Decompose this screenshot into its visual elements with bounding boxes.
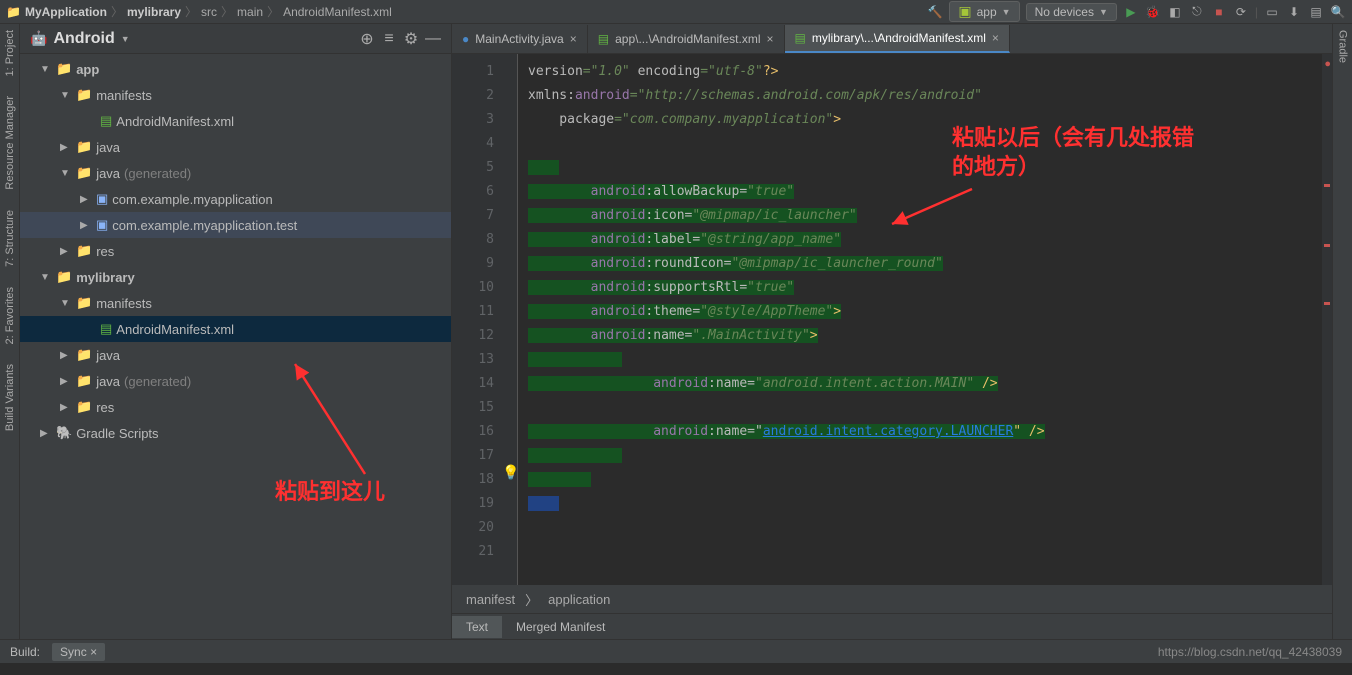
tree-pkg1[interactable]: ▶▣com.example.myapplication bbox=[20, 186, 451, 212]
btab-text[interactable]: Text bbox=[452, 616, 502, 638]
error-indicator-icon: ● bbox=[1324, 58, 1331, 70]
chevron-down-icon[interactable]: ▼ bbox=[121, 34, 130, 44]
collapse-icon[interactable]: ≡ bbox=[381, 31, 397, 47]
project-tree[interactable]: ▼📁app ▼📁manifests ▤AndroidManifest.xml ▶… bbox=[20, 54, 451, 639]
rail-gradle[interactable]: Gradle bbox=[1337, 30, 1349, 63]
close-icon[interactable]: × bbox=[992, 31, 999, 45]
watermark: https://blog.csdn.net/qq_42438039 bbox=[1158, 645, 1342, 659]
rail-resource-manager[interactable]: Resource Manager bbox=[4, 96, 16, 190]
device-selector[interactable]: No devices▼ bbox=[1026, 3, 1117, 21]
tab-app-manifest[interactable]: ▤app\...\AndroidManifest.xml× bbox=[588, 25, 785, 53]
annotation-paste-here: 粘贴到这儿 bbox=[275, 474, 385, 506]
close-icon[interactable]: × bbox=[90, 645, 97, 659]
avd-icon[interactable]: ▭ bbox=[1264, 4, 1280, 20]
right-tool-rail: Gradle bbox=[1332, 24, 1352, 639]
sync-tab[interactable]: Sync × bbox=[52, 643, 105, 661]
sdk-icon[interactable]: ⬇ bbox=[1286, 4, 1302, 20]
tree-app-manifest-file[interactable]: ▤AndroidManifest.xml bbox=[20, 108, 451, 134]
rail-structure[interactable]: 7: Structure bbox=[4, 210, 16, 267]
tab-mylib-manifest[interactable]: ▤mylibrary\...\AndroidManifest.xml× bbox=[785, 25, 1010, 53]
rail-project[interactable]: 1: Project bbox=[4, 30, 16, 76]
tree-gradle[interactable]: ▶🐘Gradle Scripts bbox=[20, 420, 451, 446]
project-icon: 📁 bbox=[6, 5, 21, 19]
fold-strip[interactable]: 💡 bbox=[502, 54, 518, 585]
code-area[interactable]: version="1.0" encoding="utf-8"?> xmlns:a… bbox=[518, 54, 1332, 585]
tree-mylib-java[interactable]: ▶📁java bbox=[20, 342, 451, 368]
run-icon[interactable]: ▶ bbox=[1123, 4, 1139, 20]
editor-bottom-tabs: Text Merged Manifest bbox=[452, 613, 1332, 639]
bc-file: AndroidManifest.xml bbox=[283, 5, 392, 19]
structure-icon[interactable]: ▤ bbox=[1308, 4, 1324, 20]
editor-area: ●MainActivity.java× ▤app\...\AndroidMani… bbox=[452, 24, 1332, 639]
search-icon[interactable]: 🔍 bbox=[1330, 4, 1346, 20]
device-label: No devices bbox=[1035, 5, 1094, 19]
android-icon: 🤖 bbox=[30, 30, 47, 47]
sync-icon[interactable]: ⟳ bbox=[1233, 4, 1249, 20]
editor-tabs: ●MainActivity.java× ▤app\...\AndroidMani… bbox=[452, 24, 1332, 54]
tree-app-java[interactable]: ▶📁java bbox=[20, 134, 451, 160]
run-config-selector[interactable]: ▣app▼ bbox=[949, 1, 1019, 22]
editor-body[interactable]: 123456789101112131415161718192021 💡 vers… bbox=[452, 54, 1332, 585]
bulb-icon[interactable]: 💡 bbox=[502, 464, 519, 481]
hammer-icon[interactable]: 🔨 bbox=[927, 4, 943, 20]
android-icon: ▣ bbox=[958, 3, 971, 20]
bc-main: main bbox=[237, 5, 263, 19]
bc-src: src bbox=[201, 5, 217, 19]
top-toolbar: 📁MyApplication 〉 mylibrary 〉 src 〉 main … bbox=[0, 0, 1352, 24]
bc-root: MyApplication bbox=[25, 5, 107, 19]
panel-header: 🤖 Android ▼ ⊕ ≡ ⚙ — bbox=[20, 24, 451, 54]
status-build-label: Build: bbox=[10, 645, 40, 659]
close-icon[interactable]: × bbox=[767, 32, 774, 46]
bc-lib: mylibrary bbox=[127, 5, 181, 19]
tab-mainactivity[interactable]: ●MainActivity.java× bbox=[452, 25, 588, 53]
tree-mylib-java-gen[interactable]: ▶📁java (generated) bbox=[20, 368, 451, 394]
breadcrumb[interactable]: 📁MyApplication 〉 mylibrary 〉 src 〉 main … bbox=[6, 3, 392, 20]
tree-mylib-manifest-file[interactable]: ▤AndroidManifest.xml bbox=[20, 316, 451, 342]
project-panel: 🤖 Android ▼ ⊕ ≡ ⚙ — ▼📁app ▼📁manifests ▤A… bbox=[20, 24, 452, 639]
btab-merged[interactable]: Merged Manifest bbox=[502, 616, 619, 638]
code-breadcrumb[interactable]: manifest 〉 application bbox=[452, 585, 1332, 613]
debug-icon[interactable]: 🐞 bbox=[1145, 4, 1161, 20]
left-tool-rail: 1: Project Resource Manager 7: Structure… bbox=[0, 24, 20, 639]
tree-app-java-gen[interactable]: ▼📁java (generated) bbox=[20, 160, 451, 186]
error-stripe[interactable]: ● bbox=[1322, 54, 1332, 585]
rail-favorites[interactable]: 2: Favorites bbox=[4, 287, 16, 344]
profiler-icon[interactable]: ◧ bbox=[1167, 4, 1183, 20]
attach-icon[interactable]: ⎋ bbox=[1189, 4, 1205, 20]
tree-mylib-res[interactable]: ▶📁res bbox=[20, 394, 451, 420]
stop-icon[interactable]: ■ bbox=[1211, 4, 1227, 20]
tree-app-manifests[interactable]: ▼📁manifests bbox=[20, 82, 451, 108]
locate-icon[interactable]: ⊕ bbox=[359, 31, 375, 47]
tree-mylib[interactable]: ▼📁mylibrary bbox=[20, 264, 451, 290]
tree-app-res[interactable]: ▶📁res bbox=[20, 238, 451, 264]
line-gutter: 123456789101112131415161718192021 bbox=[452, 54, 502, 585]
tree-pkg2[interactable]: ▶▣com.example.myapplication.test bbox=[20, 212, 451, 238]
status-bar: Build: Sync × https://blog.csdn.net/qq_4… bbox=[0, 639, 1352, 663]
hide-icon[interactable]: — bbox=[425, 31, 441, 47]
panel-title: Android bbox=[53, 30, 114, 48]
config-label: app bbox=[977, 5, 997, 19]
rail-build-variants[interactable]: Build Variants bbox=[4, 364, 16, 431]
tree-app[interactable]: ▼📁app bbox=[20, 56, 451, 82]
tree-mylib-manifests[interactable]: ▼📁manifests bbox=[20, 290, 451, 316]
close-icon[interactable]: × bbox=[570, 32, 577, 46]
gear-icon[interactable]: ⚙ bbox=[403, 31, 419, 47]
crumb-application[interactable]: application bbox=[548, 592, 610, 607]
crumb-manifest[interactable]: manifest bbox=[466, 592, 515, 607]
